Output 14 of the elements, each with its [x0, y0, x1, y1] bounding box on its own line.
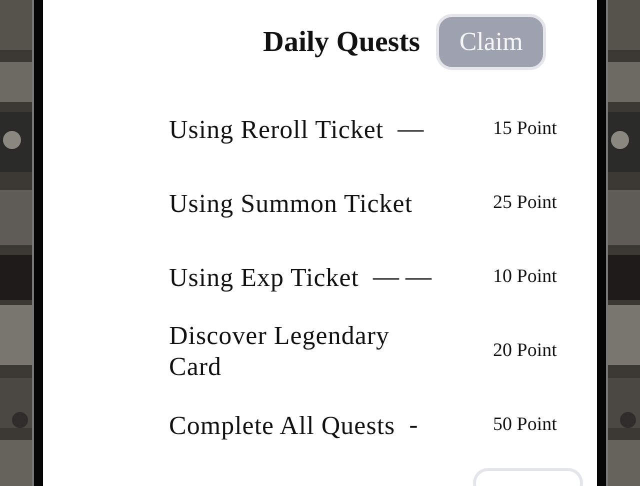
quest-reward: 20 Point	[493, 339, 558, 363]
dash-separator: -	[409, 410, 418, 440]
quest-label: Using Exp Ticket	[169, 262, 360, 292]
quest-label: Using Summon Ticket	[169, 188, 413, 218]
quest-label: Using Reroll Ticket	[169, 114, 384, 144]
dash-separator: —	[398, 114, 424, 144]
quest-reward: 15 Point	[493, 117, 558, 141]
quest-reward: 10 Point	[493, 265, 558, 289]
quest-reward: 50 Point	[493, 413, 558, 437]
quest-label: Complete All Quests	[169, 410, 396, 440]
quests-title: Daily Quests	[263, 26, 420, 58]
dash-separator: — —	[373, 262, 432, 292]
quest-reward: 25 Point	[493, 191, 558, 215]
quest-label: Discover Legendary Card	[169, 320, 391, 382]
